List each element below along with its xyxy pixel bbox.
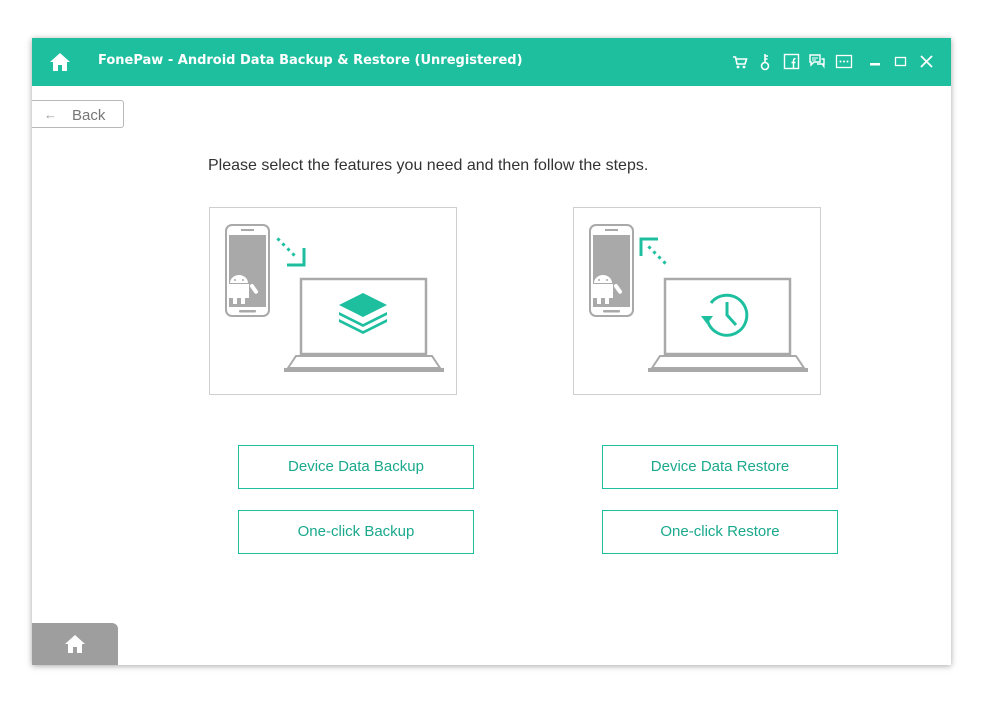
phone-icon bbox=[225, 224, 270, 317]
window-title: FonePaw - Android Data Backup & Restore … bbox=[98, 53, 523, 68]
title-bar: FonePaw - Android Data Backup & Restore … bbox=[32, 38, 951, 86]
phone-icon bbox=[589, 224, 634, 317]
backup-illustration bbox=[209, 207, 457, 395]
app-window: FonePaw - Android Data Backup & Restore … bbox=[32, 38, 951, 665]
restore-illustration bbox=[573, 207, 821, 395]
back-button[interactable]: ← Back bbox=[32, 100, 124, 128]
device-data-restore-button[interactable]: Device Data Restore bbox=[602, 445, 838, 489]
feedback-icon[interactable] bbox=[808, 52, 826, 72]
menu-icon[interactable] bbox=[835, 52, 853, 72]
maximize-icon[interactable] bbox=[894, 52, 912, 72]
facebook-icon[interactable] bbox=[783, 52, 801, 72]
laptop-icon bbox=[648, 277, 808, 372]
device-data-backup-button[interactable]: Device Data Backup bbox=[238, 445, 474, 489]
transfer-arrow-icon bbox=[276, 237, 306, 267]
key-icon[interactable] bbox=[758, 52, 776, 72]
home-icon bbox=[65, 635, 85, 653]
minimize-icon[interactable] bbox=[869, 52, 887, 72]
home-icon[interactable] bbox=[49, 51, 71, 73]
back-label: Back bbox=[72, 107, 106, 124]
back-arrow-icon: ← bbox=[44, 107, 57, 122]
one-click-backup-button[interactable]: One-click Backup bbox=[238, 510, 474, 554]
cart-icon[interactable] bbox=[732, 52, 750, 72]
one-click-restore-button[interactable]: One-click Restore bbox=[602, 510, 838, 554]
instruction-text: Please select the features you need and … bbox=[208, 157, 649, 174]
close-icon[interactable] bbox=[919, 52, 937, 72]
bottom-home-button[interactable] bbox=[32, 623, 118, 665]
transfer-arrow-icon bbox=[639, 237, 667, 265]
